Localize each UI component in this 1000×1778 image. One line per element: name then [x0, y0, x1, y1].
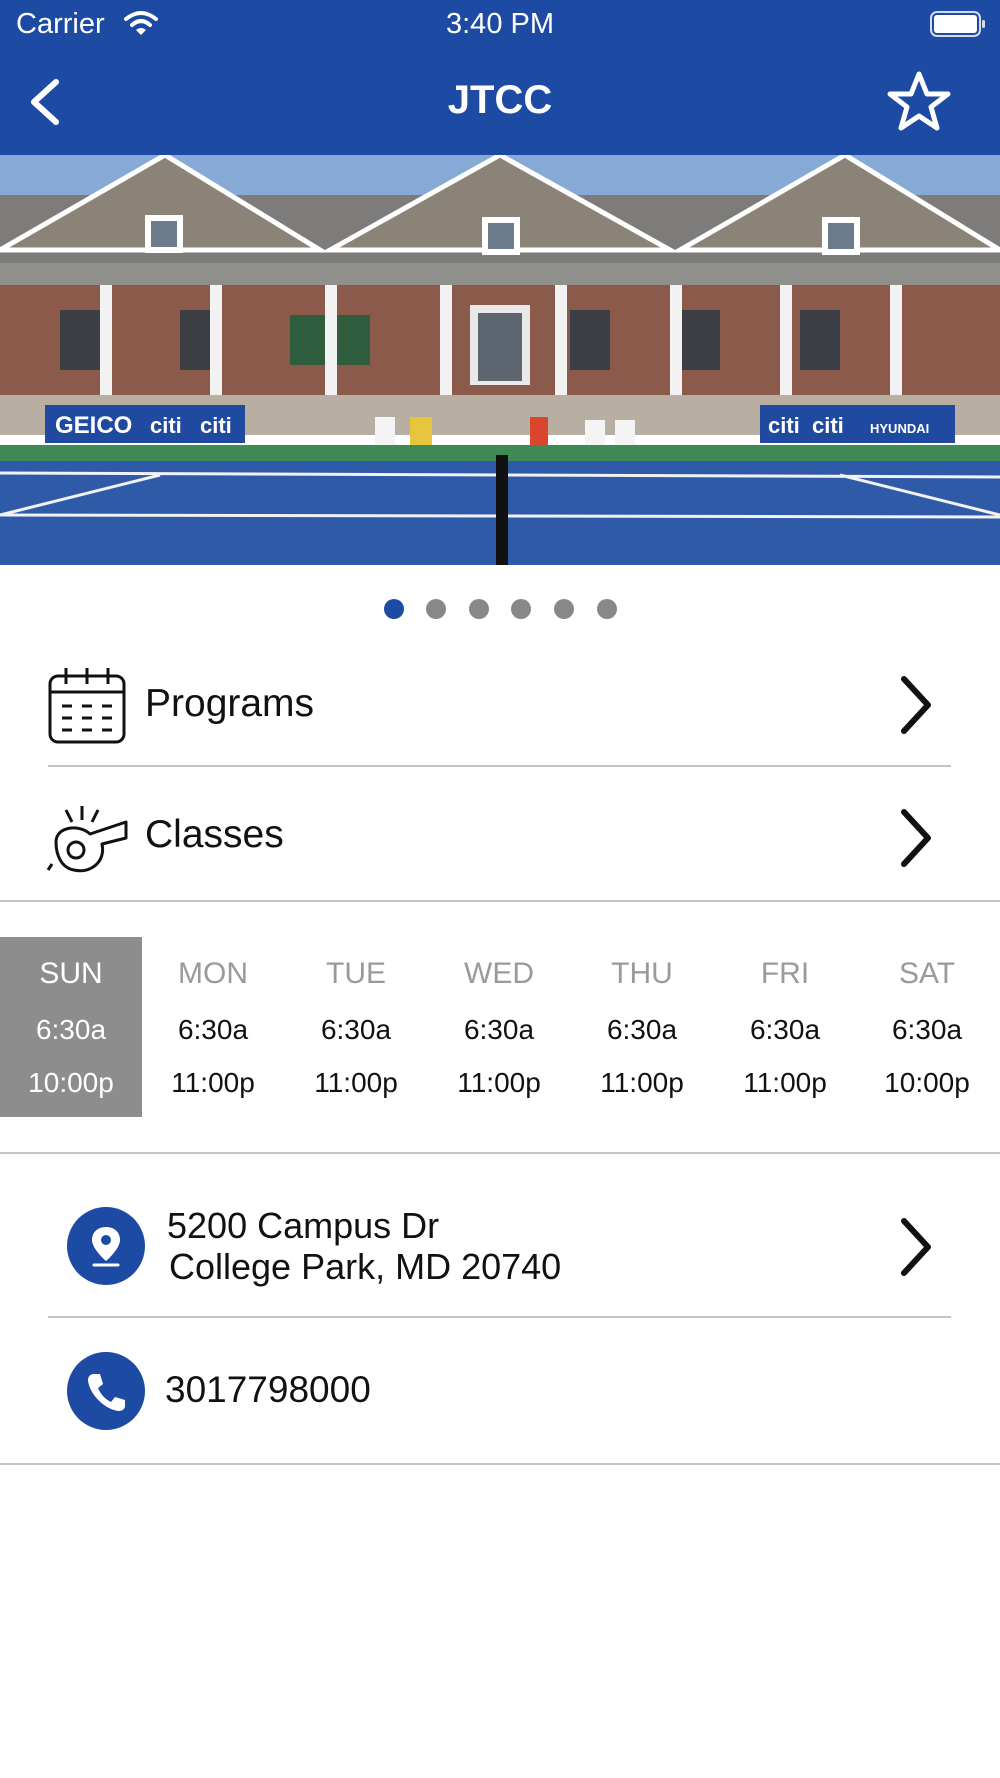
banner-text: citi [150, 413, 182, 438]
page-dot[interactable] [511, 599, 531, 619]
banner-text: citi [768, 413, 800, 438]
close-time: 11:00p [743, 1067, 827, 1098]
divider [0, 1152, 1000, 1154]
hours-day-sun: SUN 6:30a 10:00p [0, 937, 142, 1117]
phone-number[interactable]: 3017798000 [165, 1369, 371, 1411]
day-name: SAT [898, 957, 956, 990]
open-time: 6:30a [606, 1014, 678, 1045]
banner-text: GEICO [55, 412, 132, 439]
hours-day-sat: SAT 6:30a 10:00p [856, 937, 998, 1117]
banner-text: citi [812, 413, 844, 438]
address-text[interactable]: 5200 Campus Dr College Park, MD 20740 [167, 1205, 561, 1287]
chevron-right-icon [898, 808, 934, 868]
battery-icon [930, 11, 986, 42]
hours-table: SUN 6:30a 10:00p MON 6:30a 11:00p TUE 6:… [0, 937, 1000, 1117]
divider [0, 900, 1000, 902]
programs-row[interactable]: Programs [0, 640, 1000, 770]
open-time: 6:30a [35, 1014, 107, 1045]
open-time: 6:30a [749, 1014, 821, 1045]
close-time: 11:00p [600, 1067, 684, 1098]
page-dot[interactable] [597, 599, 617, 619]
hero-photo[interactable]: GEICO citi citi citi citi HYUNDAI [0, 155, 1000, 565]
day-name: THU [611, 957, 673, 990]
close-time: 11:00p [457, 1067, 541, 1098]
address-line2: College Park, MD 20740 [169, 1246, 562, 1287]
chevron-right-icon [898, 675, 934, 735]
day-name: MON [178, 957, 248, 990]
divider [0, 1463, 1000, 1465]
hours-day-wed: WED 6:30a 11:00p [428, 937, 570, 1117]
day-name: FRI [760, 957, 810, 990]
status-time: 3:40 PM [446, 8, 554, 40]
hours-day-mon: MON 6:30a 11:00p [142, 937, 284, 1117]
day-name: TUE [326, 957, 386, 990]
nav-header: Carrier 3:40 PM JTCC [0, 0, 1000, 155]
page-dot[interactable] [469, 599, 489, 619]
hours-day-tue: TUE 6:30a 11:00p [285, 937, 427, 1117]
star-outline-icon [887, 71, 951, 131]
classes-row[interactable]: Classes [0, 772, 1000, 902]
address-line1: 5200 Campus Dr [167, 1205, 440, 1246]
close-time: 10:00p [884, 1067, 970, 1098]
page-dot[interactable] [554, 599, 574, 619]
classes-label: Classes [145, 813, 284, 856]
calendar-icon [46, 666, 130, 750]
day-name: WED [464, 957, 534, 990]
open-time: 6:30a [320, 1014, 392, 1045]
banner-text: citi [200, 413, 232, 438]
chevron-right-icon [898, 1217, 934, 1277]
close-time: 10:00p [28, 1067, 114, 1098]
open-time: 6:30a [177, 1014, 249, 1045]
phone-row[interactable] [0, 1318, 1000, 1463]
location-pin-icon [67, 1207, 145, 1285]
page-title: JTCC [447, 78, 553, 122]
programs-label: Programs [145, 682, 315, 725]
open-time: 6:30a [463, 1014, 535, 1045]
day-name: SUN [39, 957, 103, 990]
favorite-button[interactable] [886, 70, 952, 134]
hours-day-thu: THU 6:30a 11:00p [571, 937, 713, 1117]
divider [48, 765, 951, 767]
clubhouse-photo: GEICO citi citi citi citi HYUNDAI [0, 155, 1000, 565]
close-time: 11:00p [314, 1067, 398, 1098]
phone-icon [67, 1352, 145, 1430]
close-time: 11:00p [171, 1067, 255, 1098]
whistle-icon [46, 794, 130, 878]
status-bar: Carrier 3:40 PM [0, 0, 1000, 50]
page-indicator[interactable] [0, 599, 1000, 621]
page-dot[interactable] [384, 599, 404, 619]
page-dot[interactable] [426, 599, 446, 619]
banner-text: HYUNDAI [870, 421, 929, 436]
open-time: 6:30a [891, 1014, 963, 1045]
hours-day-fri: FRI 6:30a 11:00p [714, 937, 856, 1117]
